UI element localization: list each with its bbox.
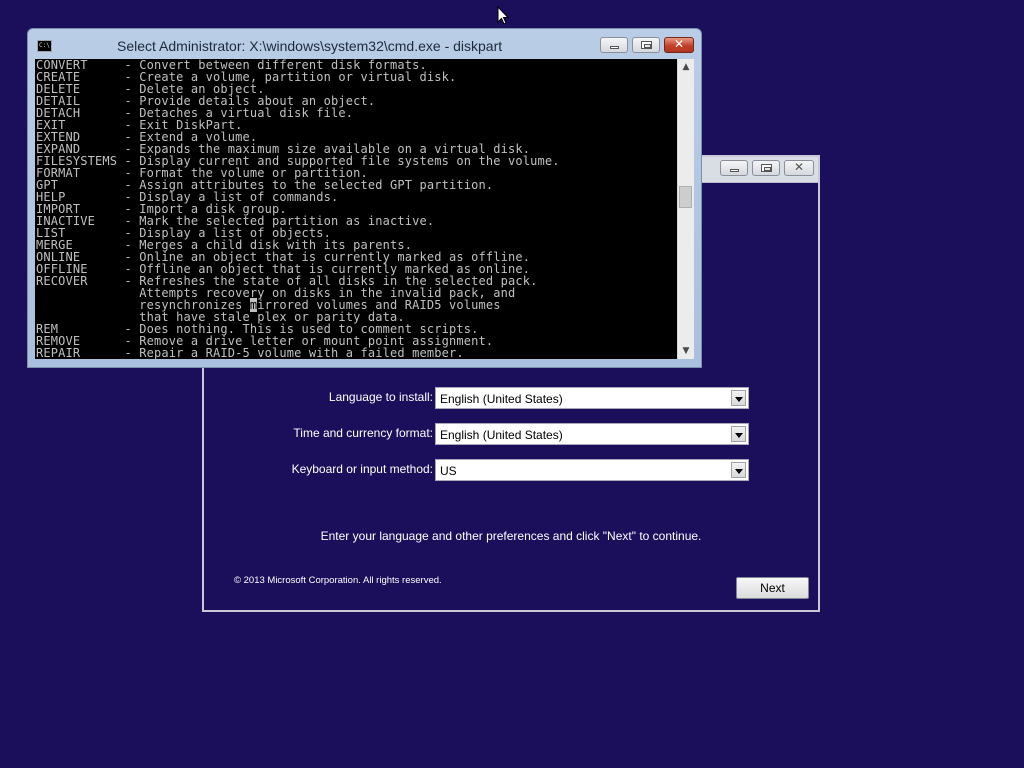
setup-instruction: Enter your language and other preference… bbox=[320, 529, 702, 543]
language-select[interactable]: English (United States) bbox=[435, 387, 749, 409]
language-label: Language to install: bbox=[328, 390, 433, 404]
close-icon: ✕ bbox=[673, 37, 685, 51]
console-description: Repair a RAID-5 volume with a failed mem… bbox=[139, 346, 464, 359]
scroll-up-icon[interactable]: ▲ bbox=[678, 59, 694, 75]
chevron-down-icon[interactable] bbox=[731, 462, 746, 478]
close-icon: ✕ bbox=[793, 160, 805, 174]
language-value: English (United States) bbox=[440, 392, 563, 406]
time-currency-value: English (United States) bbox=[440, 428, 563, 442]
scroll-down-icon[interactable]: ▼ bbox=[678, 343, 694, 359]
setup-close-button[interactable]: ✕ bbox=[784, 160, 814, 176]
console-separator: - bbox=[80, 346, 140, 359]
language-row: Language to install: English (United Sta… bbox=[204, 387, 818, 409]
chevron-down-icon[interactable] bbox=[731, 390, 746, 406]
setup-caption-buttons: ✕ bbox=[720, 160, 814, 176]
cmd-minimize-button[interactable] bbox=[600, 37, 628, 53]
keyboard-value: US bbox=[440, 464, 457, 478]
cmd-caption-buttons: ✕ bbox=[600, 37, 694, 53]
scrollbar-thumb[interactable] bbox=[679, 185, 692, 208]
cmd-window: C:\. Select Administrator: X:\windows\sy… bbox=[27, 28, 702, 368]
cmd-icon[interactable]: C:\. bbox=[37, 40, 53, 52]
time-currency-label: Time and currency format: bbox=[293, 426, 433, 440]
keyboard-row: Keyboard or input method: US bbox=[204, 459, 818, 481]
restore-icon bbox=[641, 41, 652, 49]
copyright-notice: © 2013 Microsoft Corporation. All rights… bbox=[234, 575, 442, 586]
next-button[interactable]: Next bbox=[736, 577, 809, 599]
console-command: REPAIR bbox=[36, 346, 81, 359]
console-scrollbar[interactable]: ▲ ▼ bbox=[677, 59, 694, 359]
minimize-icon bbox=[610, 46, 619, 49]
time-currency-row: Time and currency format: English (Unite… bbox=[204, 423, 818, 445]
setup-maximize-button[interactable] bbox=[752, 160, 780, 176]
keyboard-label: Keyboard or input method: bbox=[291, 462, 433, 476]
time-currency-select[interactable]: English (United States) bbox=[435, 423, 749, 445]
mouse-pointer-icon bbox=[497, 6, 509, 25]
setup-minimize-button[interactable] bbox=[720, 160, 748, 176]
minimize-icon bbox=[730, 169, 739, 172]
cmd-close-button[interactable]: ✕ bbox=[664, 37, 694, 53]
chevron-down-icon[interactable] bbox=[731, 426, 746, 442]
cmd-titlebar[interactable]: C:\. Select Administrator: X:\windows\sy… bbox=[28, 29, 701, 59]
console-output: CONVERT - Convert between different disk… bbox=[36, 59, 676, 359]
keyboard-select[interactable]: US bbox=[435, 459, 749, 481]
console-line: REPAIR - Repair a RAID-5 volume with a f… bbox=[36, 347, 676, 359]
restore-icon bbox=[761, 164, 772, 172]
console-area[interactable]: CONVERT - Convert between different disk… bbox=[35, 59, 694, 359]
cmd-window-title: Select Administrator: X:\windows\system3… bbox=[117, 38, 503, 54]
cmd-maximize-button[interactable] bbox=[632, 37, 660, 53]
